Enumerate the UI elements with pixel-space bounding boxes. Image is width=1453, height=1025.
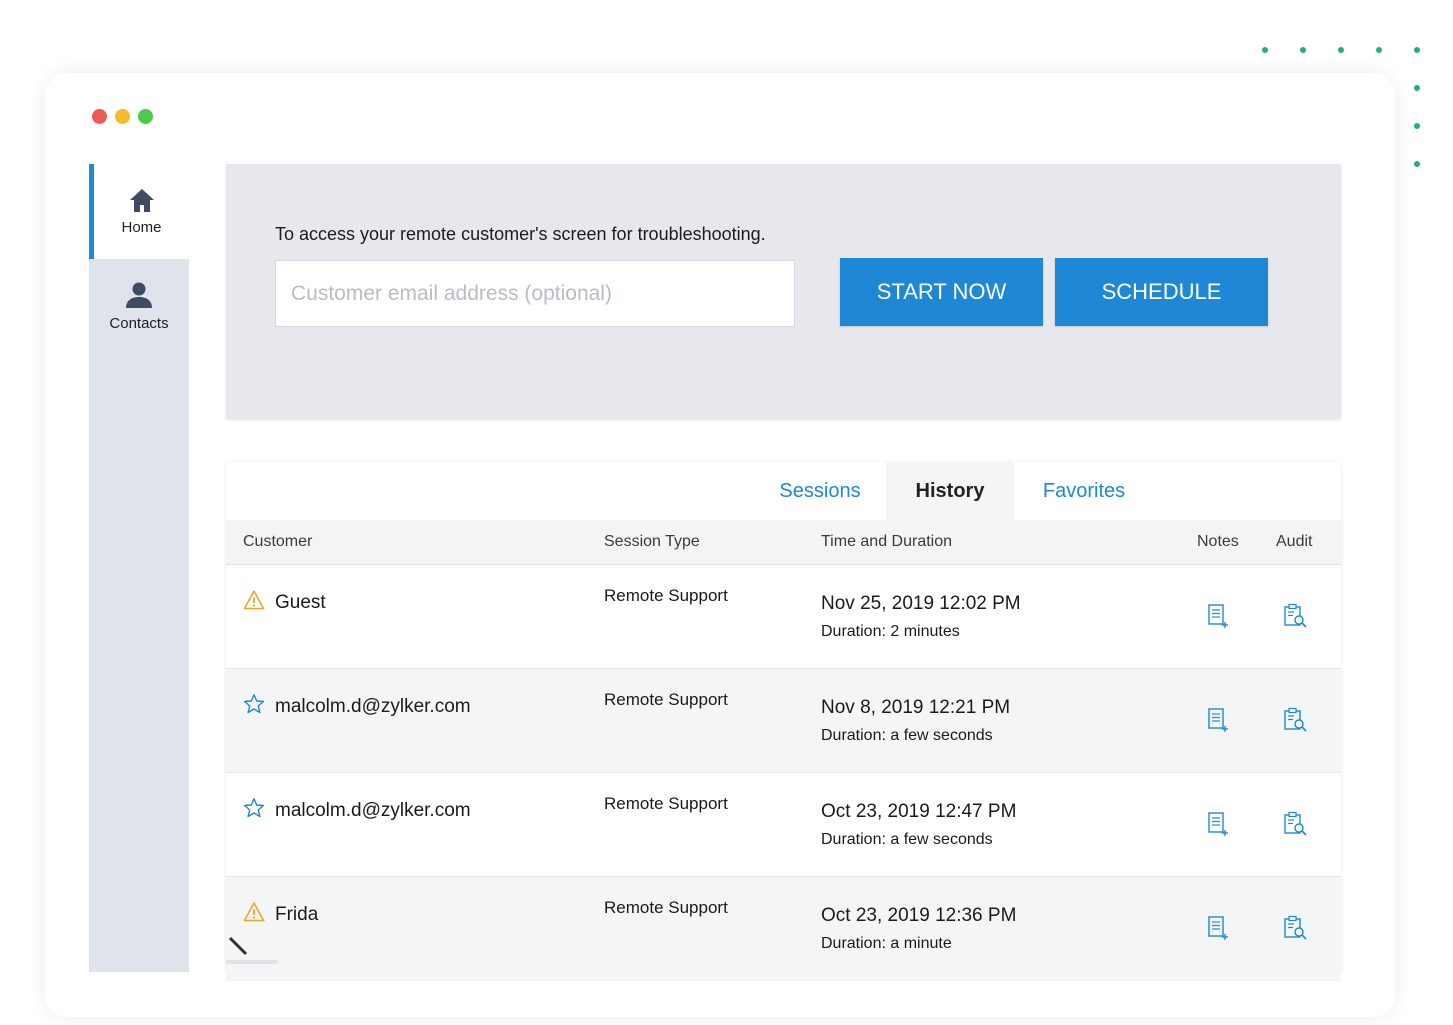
- table-header: Customer Session Type Time and Duration …: [226, 520, 1341, 565]
- notes-icon[interactable]: [1206, 707, 1230, 738]
- resize-grip-icon: [228, 936, 248, 956]
- tab-history[interactable]: History: [886, 462, 1014, 520]
- table-row[interactable]: malcolm.d@zylker.com Remote Support Oct 23…: [226, 773, 1341, 877]
- session-time: Oct 23, 2019 12:47 PM: [821, 801, 1017, 822]
- sidebar: Home Contacts: [89, 164, 189, 972]
- customer-cell: Guest: [243, 589, 326, 617]
- decorative-dot: [1376, 47, 1382, 53]
- customer-cell: malcolm.d@zylker.com: [243, 693, 471, 721]
- session-duration: Duration: 2 minutes: [821, 623, 960, 640]
- table-row[interactable]: Guest Remote Support Nov 25, 2019 12:02 PM…: [226, 565, 1341, 669]
- sidebar-item-contacts[interactable]: Contacts: [89, 259, 189, 354]
- session-duration: Duration: a few seconds: [821, 831, 993, 848]
- session-duration: Duration: a minute: [821, 935, 952, 952]
- tab-favorites[interactable]: Favorites: [1014, 462, 1154, 520]
- schedule-button[interactable]: SCHEDULE: [1055, 258, 1268, 326]
- sidebar-item-home[interactable]: Home: [89, 164, 189, 259]
- horizontal-scrollbar[interactable]: [226, 960, 278, 964]
- audit-icon[interactable]: [1282, 915, 1308, 946]
- warning-icon: [243, 901, 265, 929]
- customer-cell: malcolm.d@zylker.com: [243, 797, 471, 825]
- notes-icon[interactable]: [1206, 915, 1230, 946]
- close-window-button[interactable]: [92, 109, 107, 124]
- session-type: Remote Support: [604, 898, 728, 917]
- column-header-customer: Customer: [243, 533, 313, 550]
- decorative-dot: [1414, 161, 1420, 167]
- maximize-window-button[interactable]: [138, 109, 153, 124]
- decorative-dot: [1338, 47, 1344, 53]
- decorative-dot: [1414, 85, 1420, 91]
- customer-name: malcolm.d@zylker.com: [275, 696, 471, 717]
- table-row[interactable]: Frida Remote Support Oct 23, 2019 12:36 PM…: [226, 877, 1341, 981]
- start-session-panel: To access your remote customer's screen …: [226, 164, 1341, 418]
- customer-name: malcolm.d@zylker.com: [275, 800, 471, 821]
- sidebar-item-label: Contacts: [109, 315, 169, 332]
- table-row[interactable]: malcolm.d@zylker.com Remote Support Nov 8,…: [226, 669, 1341, 773]
- decorative-dot: [1414, 47, 1420, 53]
- session-type: Remote Support: [604, 586, 728, 605]
- contact-person-icon: [126, 282, 152, 308]
- decorative-dot: [1262, 47, 1268, 53]
- star-icon[interactable]: [243, 797, 265, 825]
- customer-cell: Frida: [243, 901, 318, 929]
- column-header-notes: Notes: [1197, 533, 1239, 550]
- minimize-window-button[interactable]: [115, 109, 130, 124]
- column-header-session-type: Session Type: [604, 533, 700, 550]
- decorative-dot: [1300, 47, 1306, 53]
- column-header-audit: Audit: [1276, 533, 1313, 550]
- session-time: Nov 8, 2019 12:21 PM: [821, 697, 1011, 718]
- column-header-time-duration: Time and Duration: [821, 533, 953, 550]
- tab-bar: Sessions History Favorites: [226, 462, 1341, 520]
- customer-name: Guest: [275, 592, 326, 613]
- notes-icon[interactable]: [1206, 811, 1230, 842]
- sidebar-item-label: Home: [121, 219, 162, 236]
- app-window: Home Contacts To access your remote cust…: [45, 73, 1395, 1017]
- session-duration: Duration: a few seconds: [821, 727, 993, 744]
- start-now-button[interactable]: START NOW: [840, 258, 1043, 326]
- home-icon: [129, 189, 154, 212]
- session-type: Remote Support: [604, 794, 728, 813]
- session-time: Nov 25, 2019 12:02 PM: [821, 593, 1021, 614]
- hero-description: To access your remote customer's screen …: [275, 224, 766, 244]
- window-controls: [92, 109, 153, 124]
- table-body: Guest Remote Support Nov 25, 2019 12:02 PM…: [226, 565, 1341, 981]
- notes-icon[interactable]: [1206, 603, 1230, 634]
- customer-email-input[interactable]: [275, 260, 795, 327]
- session-type: Remote Support: [604, 690, 728, 709]
- audit-icon[interactable]: [1282, 603, 1308, 634]
- tab-sessions[interactable]: Sessions: [754, 462, 886, 520]
- star-icon[interactable]: [243, 693, 265, 721]
- customer-name: Frida: [275, 904, 319, 925]
- session-time: Oct 23, 2019 12:36 PM: [821, 905, 1017, 926]
- audit-icon[interactable]: [1282, 707, 1308, 738]
- warning-icon: [243, 589, 265, 617]
- decorative-dot: [1414, 123, 1420, 129]
- session-history-panel: Sessions History Favorites Customer Sess…: [226, 462, 1341, 981]
- audit-icon[interactable]: [1282, 811, 1308, 842]
